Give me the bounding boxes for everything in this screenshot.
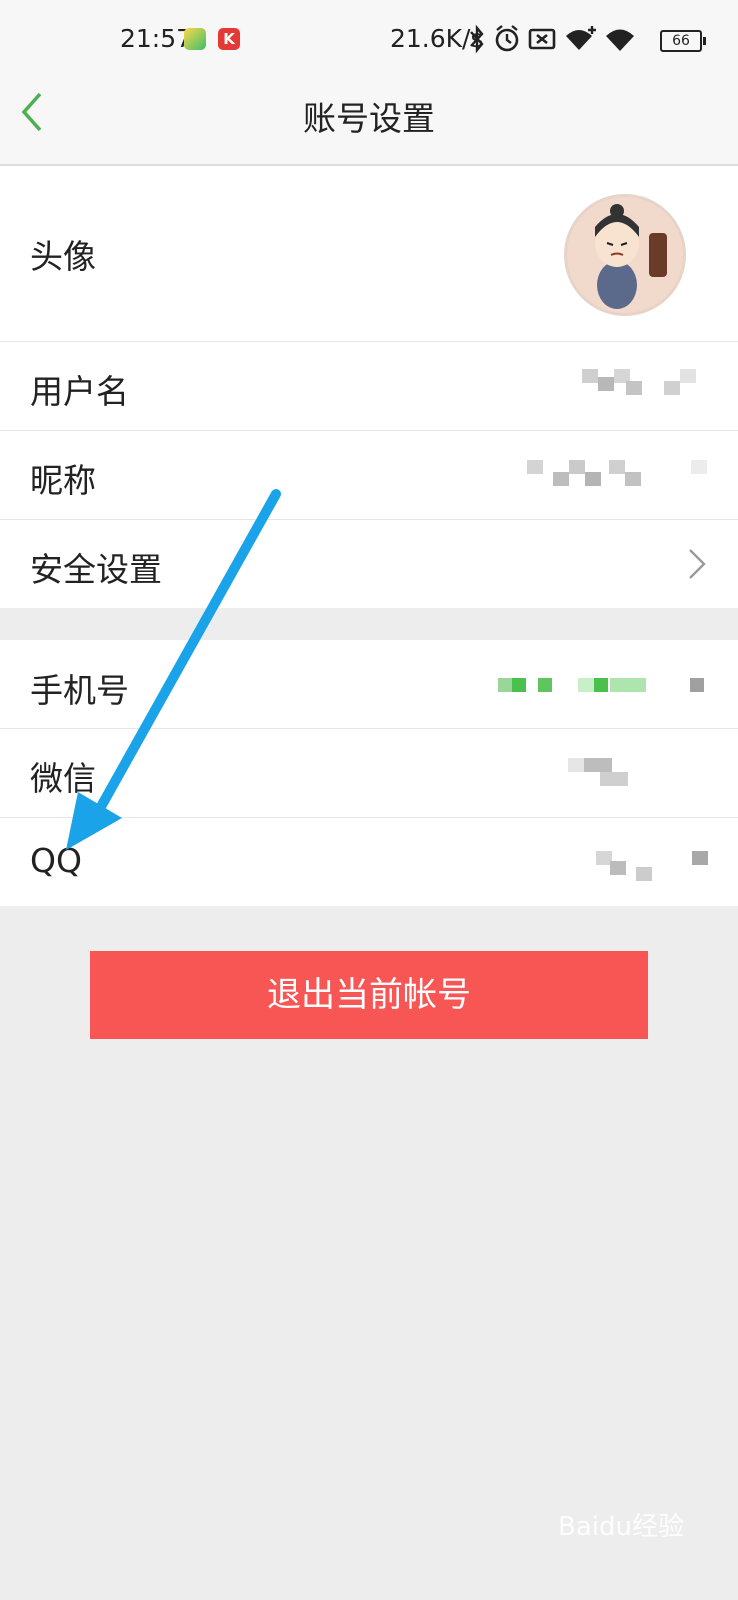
row-label: 手机号	[30, 671, 129, 710]
qq-row[interactable]: QQ	[0, 817, 738, 906]
account-binding-group: 手机号 微信 QQ	[0, 640, 738, 906]
chevron-right-icon	[689, 549, 706, 579]
phone-row[interactable]: 手机号	[0, 640, 738, 729]
row-label: QQ	[30, 841, 82, 880]
profile-group: 头像 用户名 昵称 安全设置	[0, 166, 738, 608]
nav-bar: 账号设置	[0, 60, 738, 166]
status-time: 21:57	[120, 24, 193, 53]
row-label: 头像	[30, 237, 96, 276]
row-label: 安全设置	[30, 550, 162, 589]
app-icon	[184, 28, 206, 50]
bluetooth-icon	[470, 24, 484, 54]
row-label: 用户名	[30, 372, 129, 411]
avatar-row[interactable]: 头像	[0, 166, 738, 342]
page-title: 账号设置	[303, 99, 435, 138]
battery-icon: 66	[660, 30, 706, 52]
wifi-icon	[606, 29, 634, 51]
logout-button[interactable]: 退出当前帐号	[90, 951, 648, 1039]
kugou-icon: K	[218, 28, 240, 50]
wifi-plus-icon	[566, 26, 596, 50]
alarm-icon	[495, 25, 519, 52]
avatar-image	[567, 197, 683, 313]
sim-icon	[528, 28, 556, 50]
watermark: Baidu经验	[558, 1512, 684, 1542]
row-label: 微信	[30, 759, 96, 798]
avatar[interactable]	[564, 194, 686, 316]
username-row[interactable]: 用户名	[0, 341, 738, 431]
security-settings-row[interactable]: 安全设置	[0, 519, 738, 608]
nickname-row[interactable]: 昵称	[0, 430, 738, 520]
row-label: 昵称	[30, 461, 96, 500]
wechat-row[interactable]: 微信	[0, 728, 738, 818]
